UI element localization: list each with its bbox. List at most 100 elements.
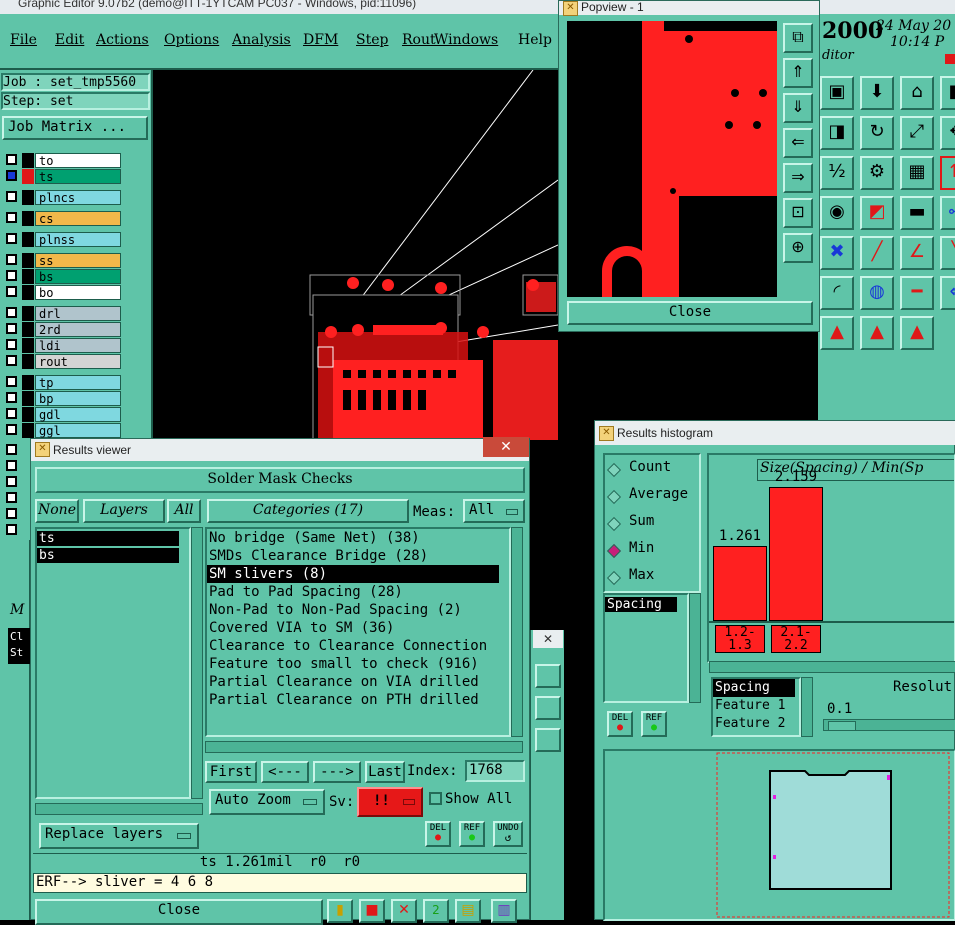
popview-close-button[interactable]: Close: [567, 301, 813, 325]
menu-file[interactable]: File: [10, 32, 37, 48]
histogram-lower-list[interactable]: Spacing Feature 1 Feature 2: [711, 677, 801, 737]
histogram-ref-button[interactable]: REF ●: [641, 711, 667, 737]
lower-list-item[interactable]: Spacing: [713, 679, 795, 697]
layer-checkbox-gdl[interactable]: [6, 408, 17, 419]
layer-row-2rd[interactable]: 2rd: [35, 322, 121, 337]
layers-tool-icon[interactable]: ▮: [327, 899, 353, 923]
layer-row-rout[interactable]: rout: [35, 354, 121, 369]
ref-button[interactable]: REF ●: [459, 821, 485, 847]
popview-right-icon[interactable]: ⇒: [783, 163, 813, 193]
graphic-canvas[interactable]: [153, 70, 558, 440]
histogram-bar-range[interactable]: 2.1- 2.2: [771, 625, 821, 653]
layer-row-plnss[interactable]: plnss: [35, 232, 121, 247]
categories-vscroll[interactable]: [511, 527, 523, 737]
angle-icon[interactable]: ∠: [900, 236, 934, 270]
dash-icon[interactable]: ━: [900, 276, 934, 310]
categories-hscroll[interactable]: [205, 741, 523, 753]
layer-checkbox-bo[interactable]: [6, 286, 17, 297]
undo-button[interactable]: UNDO ↺: [493, 821, 523, 847]
stat-option-sum[interactable]: Sum: [606, 513, 697, 533]
menu-actions[interactable]: Actions: [96, 32, 149, 48]
background-dialog-button-2[interactable]: [535, 696, 561, 720]
number-tool-icon[interactable]: 2: [423, 899, 449, 923]
diag-icon[interactable]: ╲: [940, 236, 955, 270]
histogram-chart-hscroll[interactable]: [709, 661, 955, 673]
show-all-checkbox[interactable]: [429, 792, 442, 805]
popview-pan-icon[interactable]: ⊕: [783, 233, 813, 263]
layer-row-ggl[interactable]: ggl: [35, 423, 121, 438]
results-viewer-close-x[interactable]: ✕: [483, 437, 529, 457]
replace-layers-button[interactable]: Replace layers: [39, 823, 199, 849]
histogram-lower-vscroll[interactable]: [801, 677, 813, 737]
rotate-icon[interactable]: ↻: [860, 116, 894, 150]
layer-checkbox-extra[interactable]: [6, 492, 17, 503]
histogram-bar-range[interactable]: 1.2- 1.3: [715, 625, 765, 653]
layer-checkbox-2rd[interactable]: [6, 323, 17, 334]
category-item[interactable]: Pad to Pad Spacing (28): [207, 583, 509, 601]
category-item[interactable]: No bridge (Same Net) (38): [207, 529, 509, 547]
lower-list-item[interactable]: Feature 2: [713, 715, 799, 733]
scale-icon[interactable]: ½: [820, 156, 854, 190]
layer-row-ldi[interactable]: ldi: [35, 338, 121, 353]
connect-icon[interactable]: ⊶: [940, 196, 955, 230]
layer-checkbox-extra[interactable]: [6, 460, 17, 471]
layer-row-cs[interactable]: cs: [35, 211, 121, 226]
menu-dfm[interactable]: DFM: [303, 32, 338, 48]
ruler-icon[interactable]: ▬: [900, 196, 934, 230]
cancel-tool-icon[interactable]: ✕: [391, 899, 417, 923]
histogram-list-vscroll[interactable]: [689, 593, 701, 703]
layer-checkbox-bp[interactable]: [6, 392, 17, 403]
grid-icon[interactable]: ▦: [900, 156, 934, 190]
measure-icon[interactable]: ⇔: [940, 276, 955, 310]
box-icon[interactable]: ▣: [820, 76, 854, 110]
popview-down-icon[interactable]: ⇓: [783, 93, 813, 123]
popview-canvas[interactable]: [567, 21, 777, 297]
tri3-icon[interactable]: ▲: [900, 316, 934, 350]
layer-checkbox-extra[interactable]: [6, 524, 17, 535]
menu-step[interactable]: Step: [356, 32, 388, 48]
rv-layer-item[interactable]: ts: [37, 531, 179, 546]
layer-checkbox-ggl[interactable]: [6, 424, 17, 435]
popview-left-icon[interactable]: ⇐: [783, 128, 813, 158]
cross-icon[interactable]: ✖: [820, 236, 854, 270]
menu-options[interactable]: Options: [164, 32, 219, 48]
menu-windows[interactable]: Windows: [434, 32, 498, 48]
job-matrix-button[interactable]: Job Matrix ...: [2, 116, 148, 140]
tri-icon[interactable]: ▲: [820, 316, 854, 350]
layer-checkbox-ts[interactable]: [6, 170, 17, 181]
layer-checkbox-extra[interactable]: [6, 508, 17, 519]
background-dialog-close-x[interactable]: ✕: [533, 630, 563, 648]
results-viewer-close-button[interactable]: Close: [35, 899, 323, 925]
histogram-listbox[interactable]: Spacing: [603, 593, 689, 703]
menu-analysis[interactable]: Analysis: [232, 32, 291, 48]
menu-rout[interactable]: Rout: [402, 32, 436, 48]
category-item[interactable]: Partial Clearance on PTH drilled: [207, 691, 509, 709]
tools-icon[interactable]: ⚙: [860, 156, 894, 190]
popview-window-icon[interactable]: ⧉: [783, 23, 813, 53]
menu-help[interactable]: Help: [518, 32, 552, 48]
stat-option-min[interactable]: Min: [606, 540, 697, 560]
layer-checkbox-bs[interactable]: [6, 270, 17, 281]
layer-row-bs[interactable]: bs: [35, 269, 121, 284]
layer-checkbox-extra[interactable]: [6, 476, 17, 487]
layer-checkbox-to[interactable]: [6, 154, 17, 165]
layer-list-hscroll[interactable]: [35, 803, 203, 815]
stat-option-average[interactable]: Average: [606, 486, 697, 506]
category-item[interactable]: SMDs Clearance Bridge (28): [207, 547, 509, 565]
layer-row-bo[interactable]: bo: [35, 285, 121, 300]
layer-checkbox-drl[interactable]: [6, 307, 17, 318]
histogram-bar[interactable]: [769, 487, 823, 621]
prev-button[interactable]: <---: [261, 761, 309, 783]
layer-checkbox-rout[interactable]: [6, 355, 17, 366]
histogram-tool-icon[interactable]: ▥: [491, 899, 517, 923]
category-item[interactable]: Covered VIA to SM (36): [207, 619, 509, 637]
report-tool-icon[interactable]: ▤: [455, 899, 481, 923]
histogram-list-item[interactable]: Spacing: [605, 597, 677, 612]
line-icon[interactable]: ╱: [860, 236, 894, 270]
layer-row-bp[interactable]: bp: [35, 391, 121, 406]
lower-list-item[interactable]: Feature 1: [713, 697, 799, 715]
stop-tool-icon[interactable]: ■: [359, 899, 385, 923]
layer-checkbox-extra[interactable]: [6, 444, 17, 455]
histogram-del-button[interactable]: DEL ●: [607, 711, 633, 737]
point-icon[interactable]: ◍: [860, 276, 894, 310]
